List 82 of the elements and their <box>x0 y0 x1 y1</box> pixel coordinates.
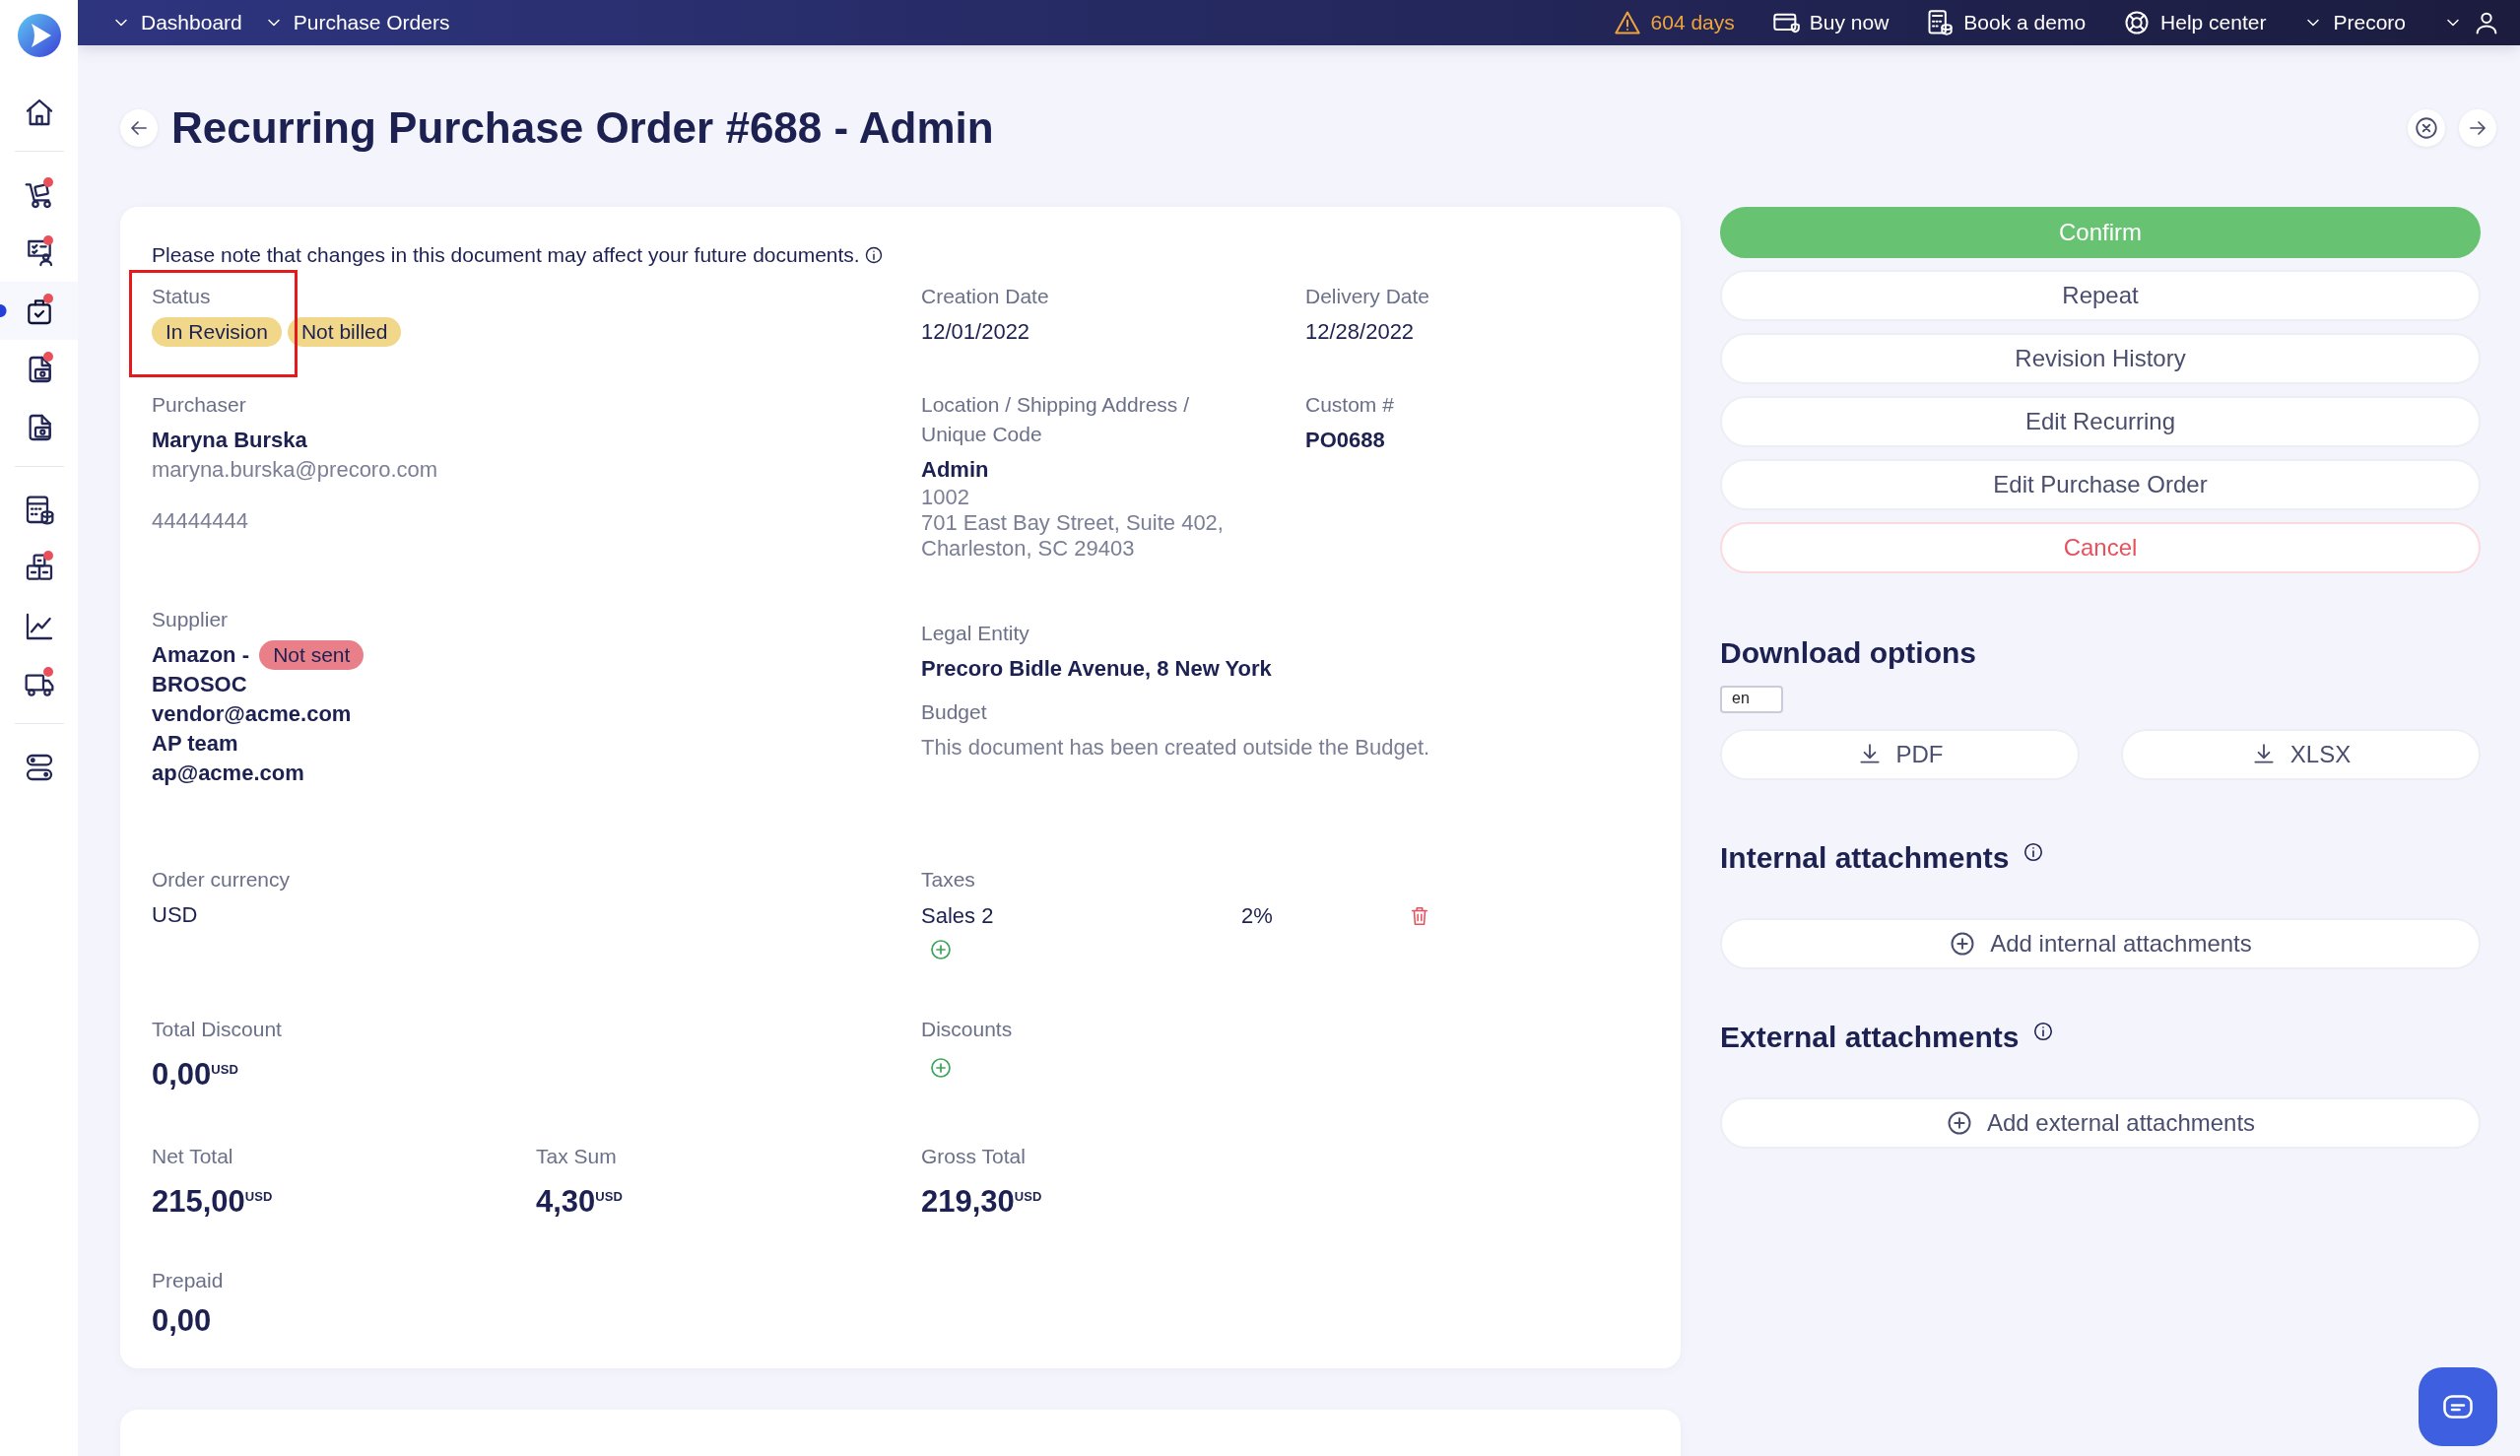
supplier-detail: AP team <box>152 730 239 758</box>
action-button[interactable]: Revision History <box>1720 333 2481 384</box>
field-label: Total Discount <box>152 1017 283 1042</box>
close-icon <box>2414 115 2439 141</box>
trial-days-text: 604 days <box>1650 11 1735 34</box>
supplier-detail: vendor@acme.com <box>152 700 353 728</box>
field-label: Custom # <box>1305 392 1395 418</box>
gross-total-amount: 219,30$^{USD}$ <box>921 1183 1043 1222</box>
total-discount-amount: 0,00$^{USD}$ <box>152 1056 239 1094</box>
field-label: Gross Total <box>921 1144 1027 1170</box>
language-select[interactable]: en <box>1720 686 1783 713</box>
breadcrumb-link[interactable]: Purchase Orders <box>293 11 450 34</box>
logo-icon[interactable] <box>17 14 61 57</box>
section-heading: Internal attachments <box>1720 841 2010 875</box>
action-button[interactable]: Edit Recurring <box>1720 396 2481 447</box>
download-button[interactable]: XLSX <box>2121 729 2481 780</box>
status-badge: In Revision <box>152 317 282 347</box>
currency-value: USD <box>152 901 199 929</box>
add-icon[interactable] <box>929 938 953 961</box>
info-icon <box>863 245 884 265</box>
field-label: Order currency <box>152 867 292 893</box>
action-button[interactable]: Repeat <box>1720 270 2481 321</box>
purchaser-phone: 44444444 <box>152 507 249 535</box>
close-button[interactable] <box>2408 109 2445 147</box>
field-label: Prepaid <box>152 1267 225 1293</box>
company-switcher[interactable]: Precoro <box>2333 11 2406 34</box>
status-badge: Not billed <box>287 317 402 347</box>
supplier-detail: ap@acme.com <box>152 760 305 787</box>
field-label: Location / Shipping Address / Unique Code <box>921 392 1190 447</box>
download-button[interactable]: PDF <box>1720 729 2080 780</box>
tax-name: Sales 2 <box>921 902 995 930</box>
prepaid-amount: 0,00 <box>152 1301 213 1340</box>
location-name: Admin <box>921 456 990 484</box>
field-label: Legal Entity <box>921 621 1030 646</box>
add-icon[interactable] <box>929 1056 953 1080</box>
page-title: Recurring Purchase Order #688 - Admin <box>171 103 995 153</box>
back-button[interactable] <box>120 109 158 147</box>
chat-button[interactable] <box>2419 1367 2497 1446</box>
field-label: Budget <box>921 699 988 725</box>
address-line: 1002 <box>921 485 970 510</box>
add-attachment-button[interactable]: Add external attachments <box>1720 1097 2481 1149</box>
creation-date-value: 12/01/2022 <box>921 318 1031 346</box>
calculator-icon[interactable] <box>1926 9 1955 36</box>
field-label: Delivery Date <box>1305 284 1431 309</box>
tax-rate: 2% <box>1241 902 1274 930</box>
breadcrumb-link[interactable]: Dashboard <box>141 11 242 34</box>
tax-sum-amount: 4,30$^{USD}$ <box>536 1183 624 1222</box>
net-total-amount: 215,00$^{USD}$ <box>152 1183 274 1222</box>
delivery-date-value: 12/28/2022 <box>1305 318 1416 346</box>
supplier-detail: BROSOC <box>152 671 248 698</box>
topbar-link[interactable]: Book a demo <box>1963 11 2087 34</box>
field-label: Tax Sum <box>536 1144 618 1170</box>
field-label: Status <box>152 284 212 309</box>
topbar-link[interactable]: Buy now <box>1809 11 1890 34</box>
section-heading: External attachments <box>1720 1021 2020 1054</box>
status-badge: Not sent <box>259 640 365 670</box>
warning-icon <box>1613 9 1641 36</box>
topbar-link[interactable]: Help center <box>2160 11 2267 34</box>
next-button[interactable] <box>2459 109 2496 147</box>
cancel-button[interactable]: Cancel <box>1720 522 2481 573</box>
field-label: Supplier <box>152 607 230 632</box>
info-icon <box>2032 1021 2055 1042</box>
notice-text: Please note that changes in this document may affect your future documents. <box>152 242 860 268</box>
custom-number-value: PO0688 <box>1305 427 1386 454</box>
field-label: Taxes <box>921 867 976 893</box>
section-heading: Download options <box>1720 636 1977 670</box>
address-line: 701 East Bay Street, Suite 402, <box>921 510 1225 536</box>
supplier-name: Amazon - <box>152 642 250 667</box>
action-button[interactable]: Edit Purchase Order <box>1720 459 2481 510</box>
add-attachment-button[interactable]: Add internal attachments <box>1720 918 2481 969</box>
trash-icon[interactable] <box>1409 905 1430 927</box>
legal-entity-value: Precoro Bidle Avenue, 8 New York <box>921 655 1273 683</box>
field-label: Creation Date <box>921 284 1050 309</box>
sidebar-item[interactable] <box>0 282 78 340</box>
field-label: Discounts <box>921 1017 1014 1042</box>
address-line: Charleston, SC 29403 <box>921 536 1136 562</box>
info-icon <box>2023 841 2045 863</box>
field-label: Net Total <box>152 1144 234 1170</box>
purchaser-name: Maryna Burska <box>152 427 308 454</box>
purchaser-email: maryna.burska@precoro.com <box>152 456 439 484</box>
field-label: Purchaser <box>152 392 247 418</box>
budget-note: This document has been created outside the Budget. <box>921 734 1431 761</box>
